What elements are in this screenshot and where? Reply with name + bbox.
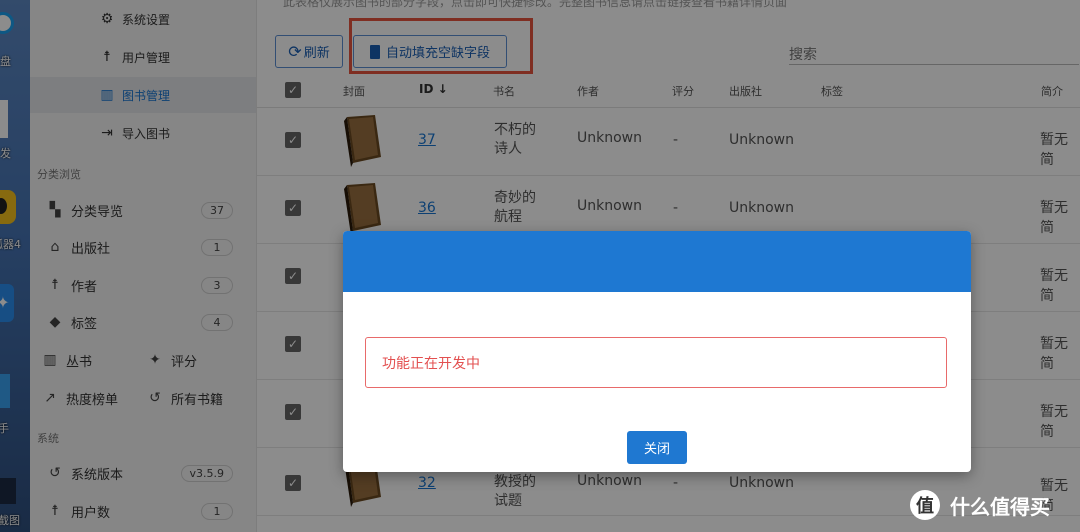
close-button[interactable]: 关闭 (627, 431, 687, 464)
watermark-text: 什么值得买 (950, 494, 1050, 519)
error-alert: 功能正在开发中 (365, 337, 947, 388)
smzdm-logo-icon: 值 (910, 490, 940, 520)
message-dialog: 功能正在开发中 关闭 (343, 231, 971, 472)
dialog-header (343, 231, 971, 292)
watermark: 值 什么值得买 (910, 487, 1080, 523)
